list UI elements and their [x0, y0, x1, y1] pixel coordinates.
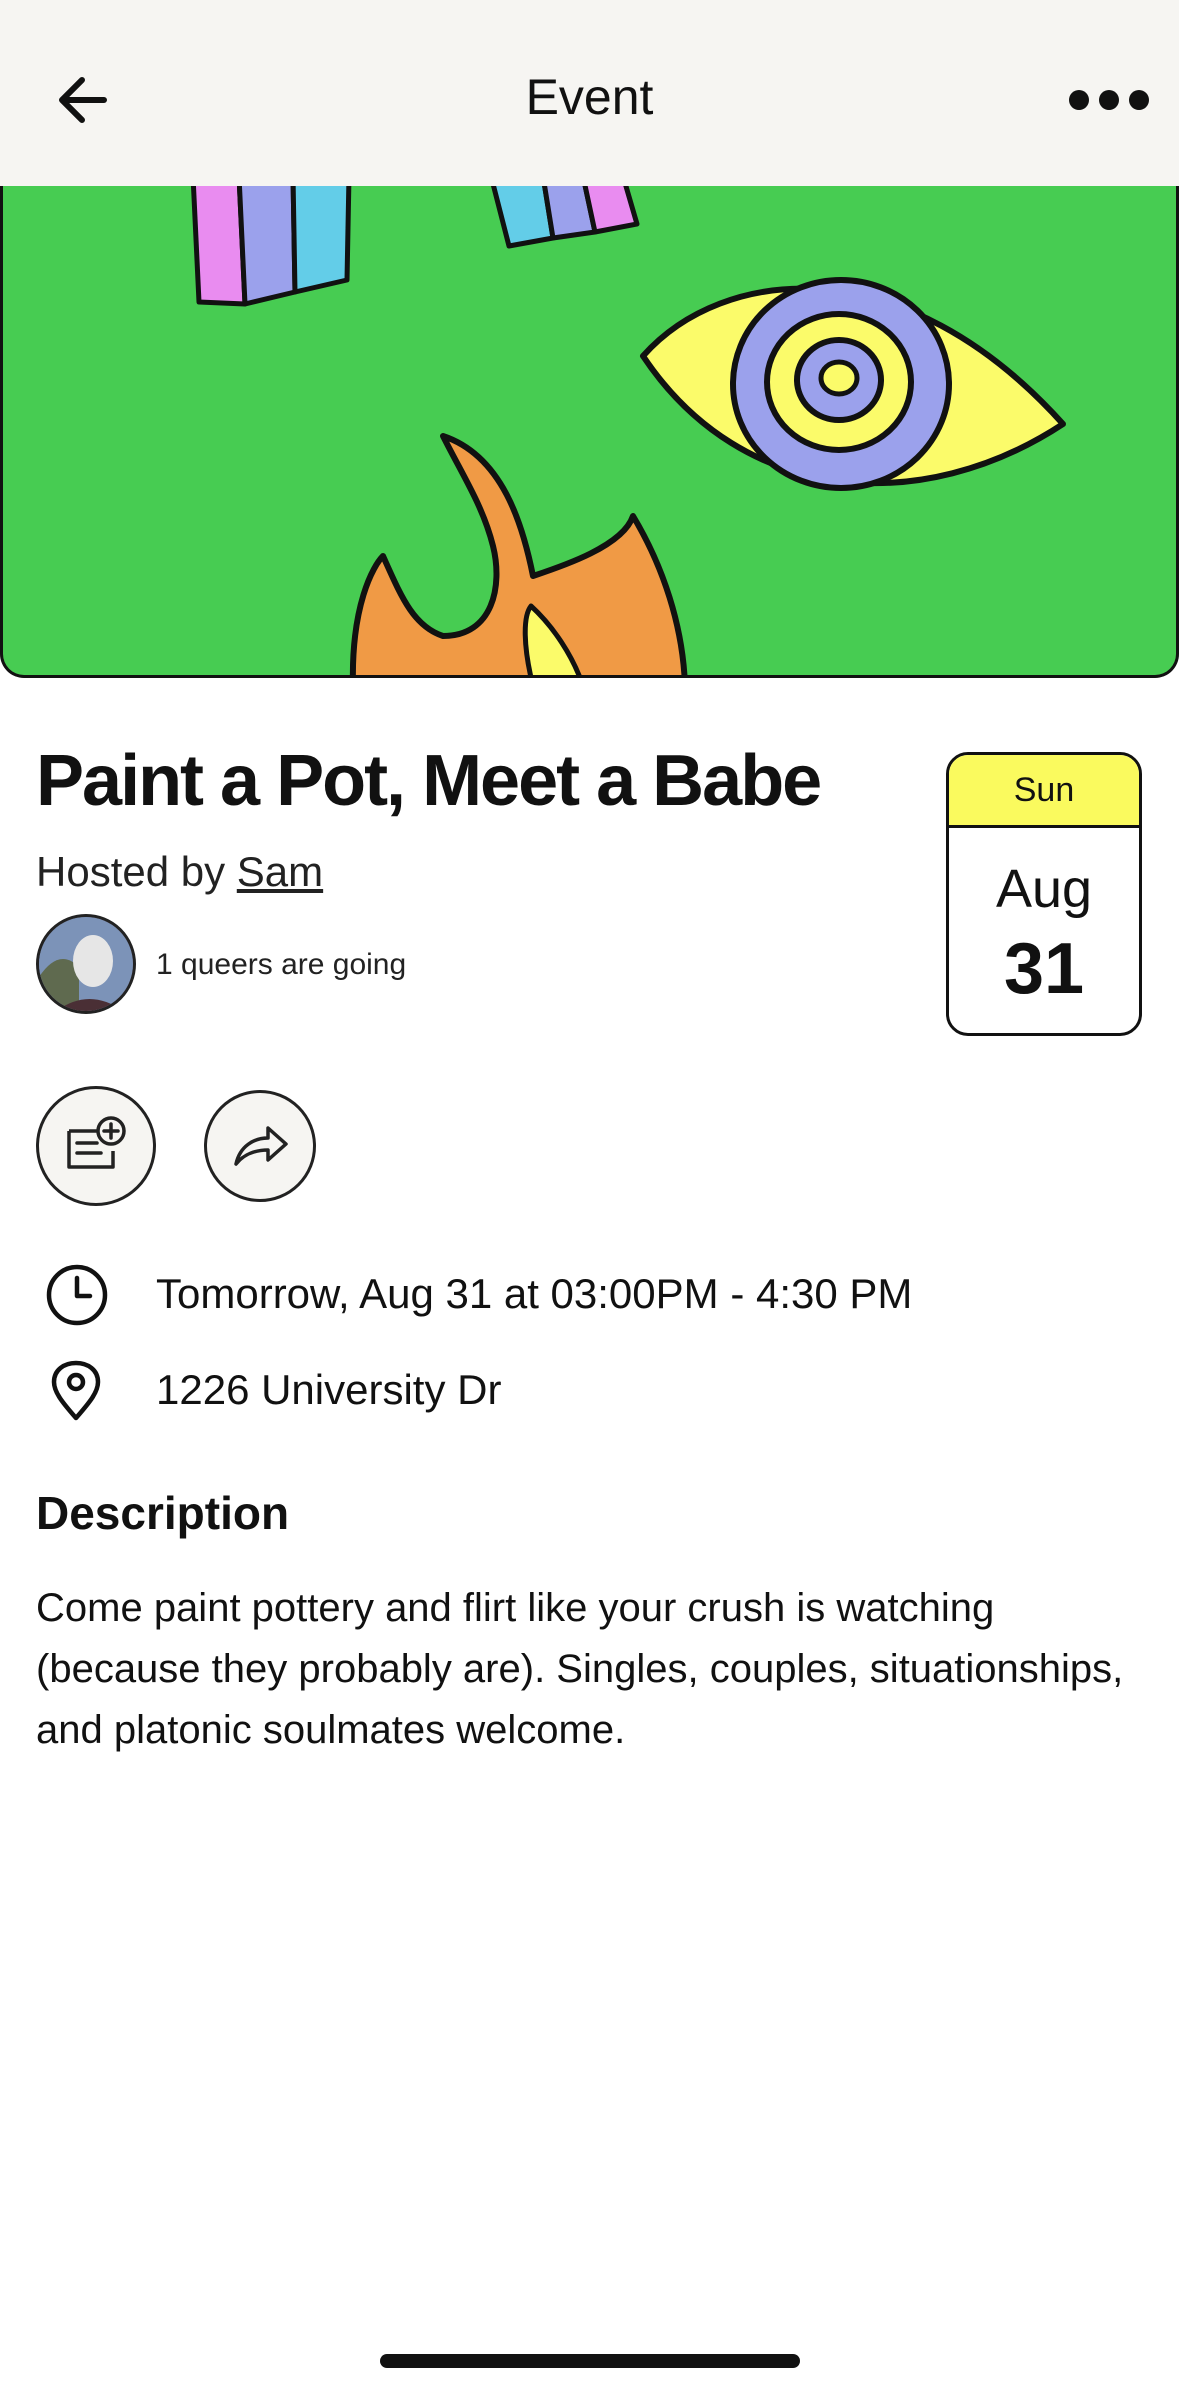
attendee-avatar[interactable]	[36, 914, 136, 1014]
clock-icon	[46, 1264, 108, 1326]
add-to-calendar-icon	[67, 1116, 126, 1169]
date-weekday: Sun	[949, 755, 1139, 828]
hosted-by-label: Hosted by	[36, 848, 237, 895]
description-heading: Description	[36, 1487, 290, 1539]
more-options-button[interactable]	[1059, 70, 1159, 130]
host-name-link[interactable]: Sam	[237, 848, 323, 895]
description-body: Come paint pottery and flirt like your c…	[36, 1586, 1124, 1752]
share-button[interactable]	[204, 1090, 316, 1202]
hosted-by-text: Hosted by Sam	[36, 848, 323, 896]
more-horizontal-icon	[1069, 90, 1149, 110]
event-title: Paint a Pot, Meet a Babe	[36, 741, 822, 821]
event-time-text: Tomorrow, Aug 31 at 03:00PM - 4:30 PM	[156, 1270, 913, 1317]
event-screen: Event Paint a Pot, Meet a Babe Hosted by…	[0, 0, 1179, 2396]
location-pin-icon	[51, 1360, 101, 1421]
page-title: Event	[525, 69, 654, 125]
date-month: Aug	[995, 859, 1093, 919]
event-banner-image	[0, 186, 1179, 678]
share-icon	[234, 1126, 288, 1166]
home-indicator[interactable]	[380, 2354, 800, 2368]
attendee-count-text[interactable]: 1 queers are going	[156, 948, 406, 982]
date-day-number: 31	[1003, 929, 1085, 1009]
top-nav-bar: Event	[0, 0, 1179, 186]
event-location-text[interactable]: 1226 University Dr	[156, 1366, 501, 1414]
add-to-calendar-button[interactable]	[36, 1086, 156, 1206]
event-date-card: Sun Aug 31	[946, 752, 1142, 1036]
